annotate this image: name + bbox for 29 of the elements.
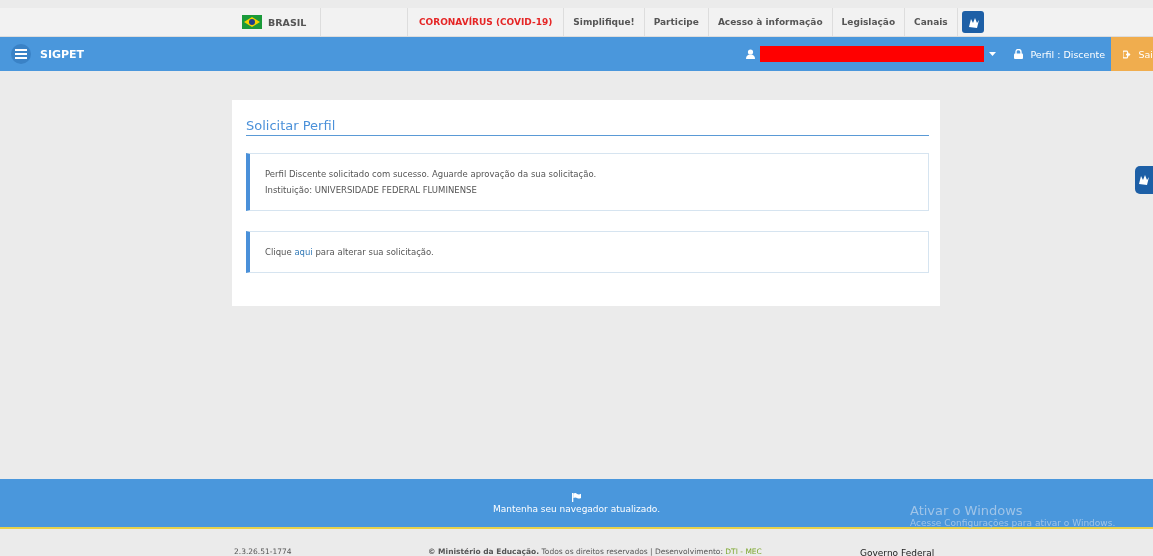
menu-icon <box>15 49 27 59</box>
alert-text: Perfil Discente solicitado com sucesso. Aguarde aprovação da sua solicitação. <box>265 168 598 181</box>
caret-icon <box>989 52 997 56</box>
profile-label: Perfil : Discente <box>1030 48 1105 60</box>
activation-title: Ativar o Windows <box>910 503 1024 518</box>
brand-text: Governo Federal <box>860 548 935 556</box>
page-title: Solicitar Perfil <box>246 118 929 136</box>
alert-text: Clique aqui para alterar sua solicitação. <box>265 246 435 259</box>
flag-icon <box>572 492 581 502</box>
brasil-link[interactable]: BRASIL <box>232 8 321 36</box>
footer-message: Mantenha seu navegador atualizado. <box>492 503 661 514</box>
activation-subtitle: Acesse Configurações para ativar o Windows. <box>910 518 1116 528</box>
here-link[interactable]: aqui <box>294 247 313 257</box>
accessibility-button[interactable] <box>1135 166 1153 194</box>
app-title: SIGPET <box>40 47 85 61</box>
sign-out-icon <box>1123 49 1131 59</box>
nav-link[interactable]: Participe <box>644 8 709 36</box>
menu-button[interactable] <box>11 44 31 64</box>
nav-link[interactable]: Simplifique! <box>564 8 645 36</box>
flag-icon <box>242 15 262 29</box>
nav-link[interactable]: CORONAVÍRUS (COVID-19) <box>408 8 565 36</box>
accessibility-hand-icon <box>961 11 984 33</box>
accessibility-hand-icon <box>1139 175 1149 185</box>
nav-link[interactable]: Acesso à informação <box>708 8 833 36</box>
nav-link[interactable]: Canais <box>905 8 958 36</box>
user-icon <box>746 49 756 59</box>
nav-link[interactable]: Legislação <box>832 8 906 36</box>
lock-icon <box>1014 49 1024 59</box>
alert-text: Instituição: UNIVERSIDADE FEDERAL FLUMINENSE <box>265 184 478 197</box>
